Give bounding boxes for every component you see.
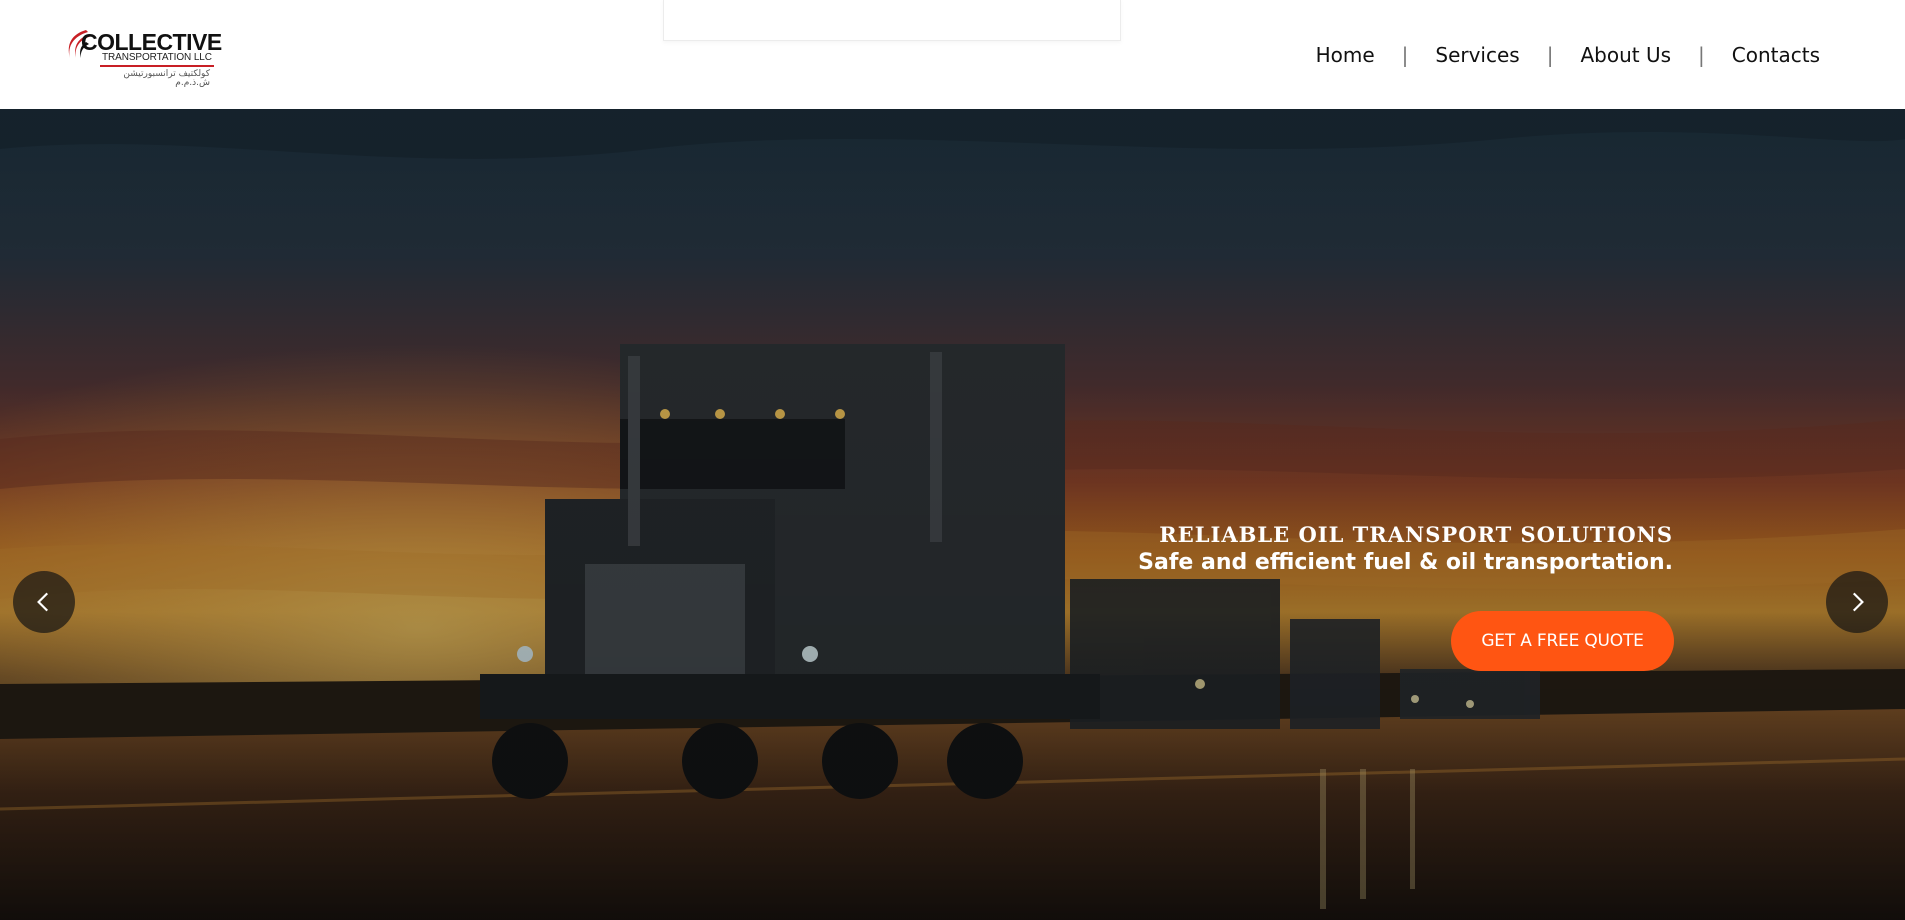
hero-subtitle: Safe and efficient fuel & oil transporta… (1138, 550, 1673, 575)
nav-separator: | (1546, 43, 1554, 67)
slider-next-button[interactable] (1826, 571, 1888, 633)
brand-logo[interactable]: COLLECTIVE TRANSPORTATION LLC كولكتيف تر… (64, 28, 222, 88)
slider-prev-button[interactable] (13, 571, 75, 633)
header-search-panel (663, 0, 1121, 41)
nav-contacts[interactable]: Contacts (1732, 45, 1820, 65)
brand-subtitle: TRANSPORTATION LLC (102, 52, 212, 63)
nav-services[interactable]: Services (1435, 45, 1519, 65)
chevron-left-icon (37, 592, 49, 612)
nav-home[interactable]: Home (1316, 45, 1375, 65)
brand-arabic-name: كولكتيف ترانسبورتيشن ش.ذ.م.م (123, 69, 210, 88)
site-header: COLLECTIVE TRANSPORTATION LLC كولكتيف تر… (0, 0, 1905, 109)
get-free-quote-button[interactable]: GET A FREE QUOTE (1451, 611, 1674, 671)
nav-separator: | (1698, 43, 1705, 67)
main-nav: Home | Services | About Us | Contacts (1316, 42, 1820, 68)
hero-title: RELIABLE OIL TRANSPORT SOLUTIONS (1159, 522, 1673, 547)
hero-slider: RELIABLE OIL TRANSPORT SOLUTIONS Safe an… (0, 109, 1905, 920)
hero-background-image (0, 109, 1905, 920)
nav-about-us[interactable]: About Us (1580, 45, 1671, 65)
nav-separator: | (1401, 43, 1409, 67)
brand-underline (100, 65, 214, 67)
chevron-right-icon (1852, 592, 1864, 612)
brand-name: COLLECTIVE (81, 29, 222, 55)
